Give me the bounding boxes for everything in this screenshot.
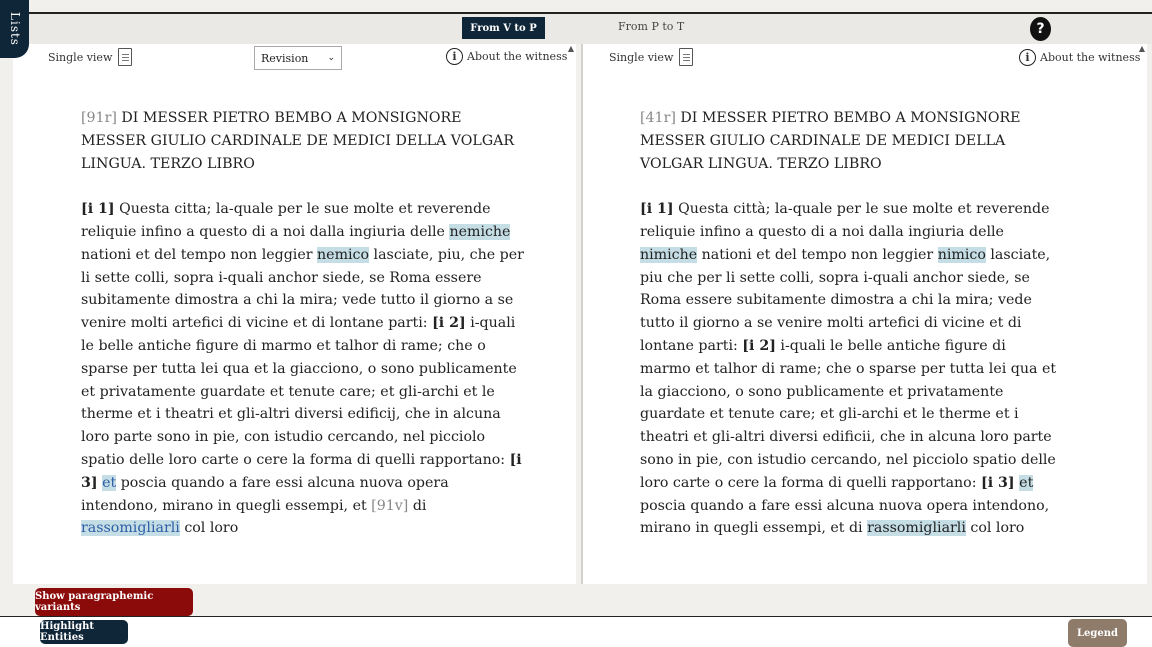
document-icon <box>679 48 694 66</box>
about-label: About the witness <box>467 50 568 63</box>
variant-highlight[interactable]: nemiche <box>449 223 511 240</box>
left-witness-panel: ▲ Single view Revision ⌄ i About the wit… <box>13 44 576 584</box>
single-view-label: Single view <box>609 50 674 64</box>
variant-highlight[interactable]: nimiche <box>640 246 698 263</box>
show-paragraphemic-variants-button[interactable]: Show paragraphemic variants <box>35 588 193 616</box>
variant-highlight[interactable]: rassomigliarli <box>867 520 966 537</box>
help-button[interactable]: ? <box>1030 17 1051 41</box>
variant-highlight[interactable]: et <box>1019 474 1034 491</box>
folio-ref[interactable]: [41r] <box>640 110 676 126</box>
top-bar <box>0 12 1152 44</box>
info-icon: i <box>446 48 463 65</box>
legend-button[interactable]: Legend <box>1068 619 1127 647</box>
paragraph: [i 1] Questa citta; la-quale per le sue … <box>81 201 524 537</box>
single-view-toggle[interactable]: Single view <box>609 48 694 66</box>
variant-highlight[interactable]: nemico <box>317 246 370 263</box>
scroll-up-arrow-icon[interactable]: ▲ <box>568 44 574 53</box>
section-ref: [i 1] <box>81 201 115 218</box>
lists-label: Lists <box>7 12 22 46</box>
tab-from-p-to-t[interactable]: From P to T <box>618 20 684 33</box>
folio-ref[interactable]: [91v] <box>371 498 408 514</box>
witness-text-right: [41r] DI MESSER PIETRO BEMBO A MONSIGNOR… <box>640 107 1060 563</box>
document-icon <box>118 48 133 66</box>
section-ref: [i 2] <box>742 337 776 354</box>
chevron-down-icon: ⌄ <box>327 53 335 63</box>
variant-highlight[interactable]: nimico <box>937 246 986 263</box>
about-label: About the witness <box>1040 51 1141 64</box>
question-icon: ? <box>1036 21 1045 37</box>
single-view-label: Single view <box>48 50 113 64</box>
single-view-toggle[interactable]: Single view <box>48 48 133 66</box>
revision-select[interactable]: Revision ⌄ <box>254 46 342 70</box>
witness-text-left: [91r] DI MESSER PIETRO BEMBO A MONSIGNOR… <box>81 107 529 563</box>
about-the-witness-link[interactable]: i About the witness <box>1019 49 1140 66</box>
right-witness-panel: ▲ Single view i About the witness [41r] … <box>581 44 1147 584</box>
variant-highlight[interactable]: rassomigliarli <box>81 520 180 537</box>
about-the-witness-link[interactable]: i About the witness <box>446 48 567 65</box>
folio-ref[interactable]: [91r] <box>81 110 117 126</box>
bottom-toolbar <box>0 616 1152 647</box>
info-icon: i <box>1019 49 1036 66</box>
variant-highlight[interactable]: et <box>102 474 117 491</box>
text-title: [91r] DI MESSER PIETRO BEMBO A MONSIGNOR… <box>81 110 515 172</box>
paragraph: [i 1] Questa città; la-quale per le sue … <box>640 201 1057 537</box>
lists-tab[interactable]: Lists <box>0 0 29 58</box>
highlight-entities-button[interactable]: Highlight Entities <box>40 620 128 644</box>
section-ref: [i 2] <box>432 315 466 332</box>
section-ref: [i 1] <box>640 201 674 218</box>
tab-from-v-to-p[interactable]: From V to P <box>462 17 545 39</box>
text-title: [41r] DI MESSER PIETRO BEMBO A MONSIGNOR… <box>640 110 1021 172</box>
revision-value: Revision <box>261 51 309 65</box>
section-ref: [i 3] <box>981 474 1015 491</box>
